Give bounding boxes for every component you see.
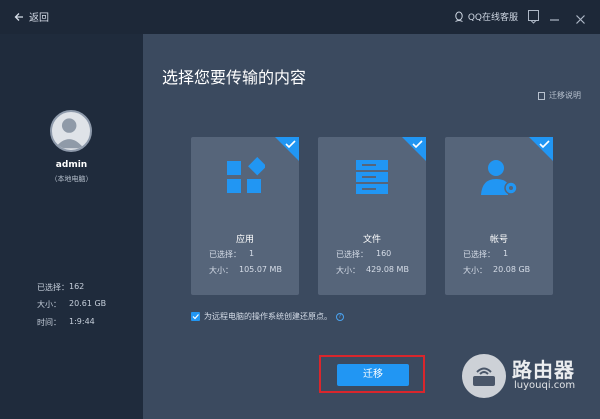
summary-time-label: 时间：	[37, 318, 61, 327]
minimize-icon	[550, 19, 559, 21]
card-account-selected: 已选择： 1	[463, 249, 508, 260]
avatar	[50, 110, 92, 152]
source-computer-panel: admin （本地电脑） 已选择： 162 大小： 20.61 GB 时间： 1…	[0, 34, 143, 419]
card-apps-selected-label: 已选择：	[209, 250, 241, 259]
checkmark-icon	[192, 314, 199, 320]
card-account-size-value: 20.08 GB	[493, 265, 531, 274]
migration-help-label: 迁移说明	[549, 91, 581, 100]
apps-icon	[227, 157, 265, 193]
card-files-selected: 已选择： 160	[336, 249, 391, 260]
card-files-size: 大小： 429.08 MB	[336, 265, 409, 276]
summary-size-value: 20.61 GB	[69, 299, 107, 308]
card-apps-size: 大小： 105.07 MB	[209, 265, 282, 276]
checkmark-icon	[275, 137, 299, 161]
watermark: 路由器 luyouqi.com	[462, 352, 596, 402]
qq-support-label: QQ在线客服	[467, 13, 518, 23]
close-button[interactable]	[575, 10, 586, 24]
card-files-selected-label: 已选择：	[336, 250, 368, 259]
card-account-size-label: 大小：	[463, 266, 487, 275]
card-apps-name: 应用	[235, 235, 254, 245]
back-button[interactable]: 返回	[14, 9, 49, 24]
close-icon	[576, 15, 585, 24]
qq-icon	[455, 11, 463, 22]
restore-point-label: 为远程电脑的操作系统创建还原点。	[204, 312, 332, 321]
card-apps[interactable]: 应用 已选择： 1 大小： 105.07 MB	[191, 137, 299, 295]
menu-dropdown-button[interactable]	[528, 10, 539, 24]
back-label: 返回	[29, 13, 49, 24]
chevron-down-icon	[530, 20, 537, 24]
card-apps-selected-value: 1	[249, 249, 255, 258]
watermark-url: luyouqi.com	[514, 380, 576, 391]
summary-selected-label: 已选择：	[37, 283, 69, 292]
card-files-size-label: 大小：	[336, 266, 360, 275]
minimize-button[interactable]	[549, 10, 560, 21]
card-account-name: 帐号	[489, 235, 508, 245]
restore-point-checkbox[interactable]	[191, 312, 200, 321]
migrate-button[interactable]: 迁移	[337, 364, 409, 386]
summary-time-value: 1:9:44	[69, 317, 95, 326]
files-icon	[356, 160, 388, 194]
card-apps-size-label: 大小：	[209, 266, 233, 275]
card-files[interactable]: 文件 已选择： 160 大小： 429.08 MB	[318, 137, 426, 295]
card-files-selected-value: 160	[376, 249, 392, 258]
router-logo-icon	[462, 354, 506, 398]
summary-selected-value: 162	[69, 282, 85, 291]
page-title: 选择您要传输的内容	[162, 68, 307, 87]
summary-size: 大小： 20.61 GB	[37, 299, 106, 310]
restore-point-option: 为远程电脑的操作系统创建还原点。 ?	[191, 311, 344, 322]
summary-size-label: 大小：	[37, 300, 61, 309]
router-icon	[473, 367, 495, 386]
migration-help-link[interactable]: 迁移说明	[538, 90, 581, 101]
card-apps-size-value: 105.07 MB	[239, 265, 282, 274]
watermark-title: 路由器	[512, 358, 575, 382]
question-icon[interactable]: ?	[336, 312, 344, 321]
card-account-size: 大小： 20.08 GB	[463, 265, 530, 276]
qq-support-link[interactable]: QQ在线客服	[454, 10, 518, 23]
arrow-left-icon	[14, 12, 23, 21]
card-account-selected-value: 1	[503, 249, 509, 258]
summary-selected: 已选择： 162	[37, 282, 84, 293]
user-avatar-icon	[54, 118, 84, 149]
checkmark-icon	[402, 137, 426, 161]
local-computer-label: （本地电脑）	[50, 175, 93, 183]
account-icon	[481, 160, 518, 195]
card-account-selected-label: 已选择：	[463, 250, 495, 259]
title-bar: 返回 QQ在线客服	[0, 0, 600, 34]
card-files-size-value: 429.08 MB	[366, 265, 409, 274]
card-account[interactable]: 帐号 已选择： 1 大小： 20.08 GB	[445, 137, 553, 295]
card-files-name: 文件	[362, 235, 381, 245]
username: admin	[55, 160, 88, 170]
checkmark-icon	[529, 137, 553, 161]
card-apps-selected: 已选择： 1	[209, 249, 254, 260]
document-icon	[538, 91, 545, 100]
summary-time: 时间： 1:9:44	[37, 317, 95, 328]
